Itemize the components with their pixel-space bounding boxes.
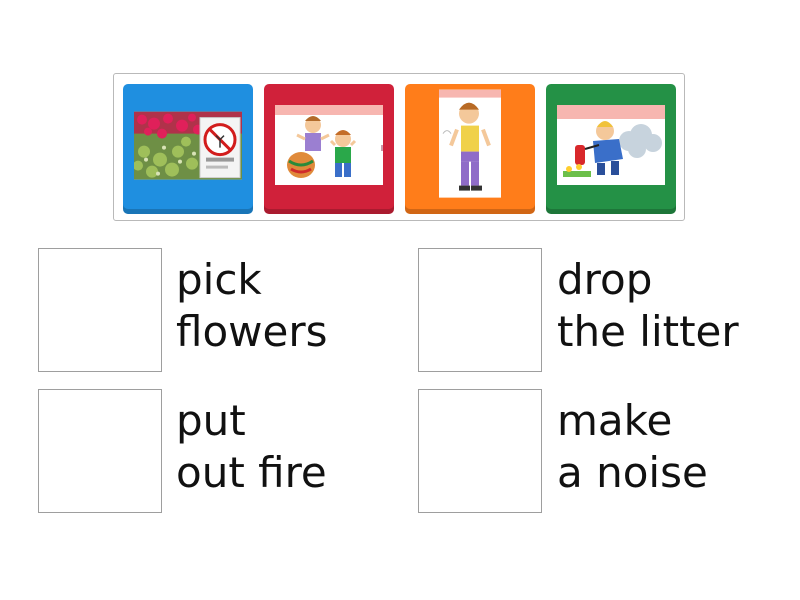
answer-label-3-line2: out fire	[176, 448, 327, 497]
drop-zone-2[interactable]	[418, 248, 542, 372]
answer-label-4-line2: a noise	[557, 448, 708, 497]
boy-standing-image	[439, 89, 501, 198]
answer-label-1: pick flowers	[176, 254, 328, 358]
answer-label-4-line1: make	[557, 396, 673, 445]
drop-zone-4[interactable]	[418, 389, 542, 513]
tile-flower-sign[interactable]	[123, 84, 253, 214]
boys-with-pot-image	[275, 105, 383, 185]
image-tile-tray	[113, 73, 685, 221]
answer-label-4: make a noise	[557, 395, 708, 499]
answer-label-1-line2: flowers	[176, 307, 328, 356]
answer-label-3-line1: put	[176, 396, 246, 445]
answer-label-2: drop the litter	[557, 254, 739, 358]
drop-zone-3[interactable]	[38, 389, 162, 513]
tile-boy-extinguisher[interactable]	[546, 84, 676, 214]
answer-label-2-line2: the litter	[557, 307, 739, 356]
tile-boys-pot[interactable]	[264, 84, 394, 214]
drop-zone-1[interactable]	[38, 248, 162, 372]
answer-label-2-line1: drop	[557, 255, 653, 304]
answer-label-3: put out fire	[176, 395, 327, 499]
boy-putting-out-fire-image	[557, 105, 665, 185]
answer-label-1-line1: pick	[176, 255, 262, 304]
no-picking-flowers-sign-image	[134, 111, 242, 180]
tile-boy-standing[interactable]	[405, 84, 535, 214]
